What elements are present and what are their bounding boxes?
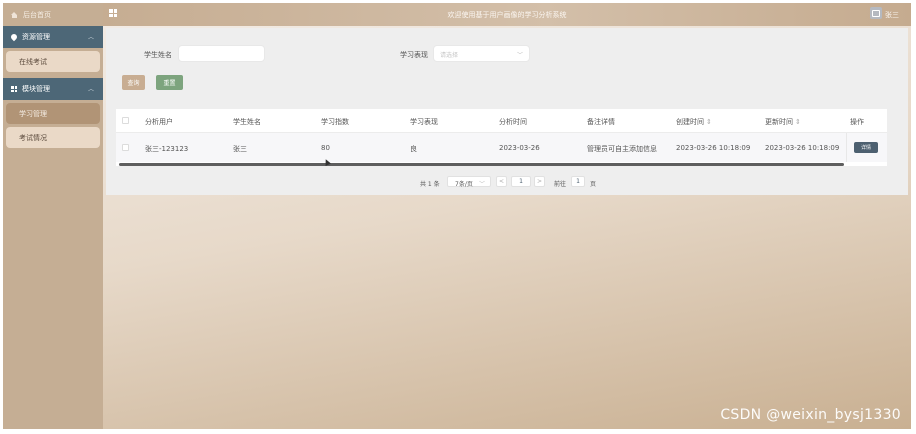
main-content: 学生姓名 学习表现 请选择 ﹀ 查询 重置 分析用户 学生姓名 学习指数 学习表… (103, 26, 911, 429)
performance-label: 学习表现 (400, 51, 428, 59)
column-header: 分析时间 (499, 118, 527, 126)
cell-created: 2023-03-26 10:18:09 (676, 144, 751, 152)
sidebar-item-online-exam[interactable]: 在线考试 (6, 51, 100, 72)
sort-icon[interactable]: ⇕ (706, 118, 712, 126)
sidebar-group-label: 资源管理 (22, 33, 50, 41)
reset-button[interactable]: 重置 (156, 75, 183, 90)
sidebar-item-exam-status[interactable]: 考试情况 (6, 127, 100, 148)
sidebar-home-label: 后台首页 (23, 10, 51, 19)
page-suffix: 页 (590, 181, 597, 188)
column-divider (846, 133, 847, 162)
sidebar-submenu-resources: 在线考试 (3, 48, 103, 78)
column-header: 学生姓名 (233, 118, 261, 126)
cell-index: 80 (321, 144, 330, 152)
cell-user: 张三-123123 (145, 145, 189, 153)
pagination: 共 1 条 7条/页 ﹀ < 1 > 前往 1 页 (106, 176, 908, 188)
table-row[interactable]: 张三-123123 张三 80 良 2023-03-26 管理员可自主添加信息 … (116, 133, 887, 162)
horizontal-scrollbar[interactable] (119, 163, 844, 166)
sidebar-submenu-modules: 学习管理 考试情况 (3, 100, 103, 154)
cell-performance: 良 (410, 145, 417, 153)
chevron-up-icon: ︿ (87, 86, 94, 93)
watermark: CSDN @weixin_bysj1330 (720, 407, 901, 423)
sidebar: 后台首页 资源管理 ︿ 在线考试 模块管理 ︿ 学习管理 考试情况 (3, 3, 103, 429)
sidebar-item-label: 考试情况 (19, 133, 47, 142)
content-panel: 学生姓名 学习表现 请选择 ﹀ 查询 重置 分析用户 学生姓名 学习指数 学习表… (106, 28, 908, 195)
top-header: 欢迎使用基于用户画像的学习分析系统 张三 (103, 3, 911, 26)
column-header: 学习表现 (410, 118, 438, 126)
sidebar-group-modules[interactable]: 模块管理 ︿ (3, 78, 103, 100)
location-pin-icon (9, 32, 19, 42)
goto-page-input[interactable]: 1 (571, 176, 585, 187)
home-icon (11, 11, 18, 18)
query-button[interactable]: 查询 (122, 75, 145, 90)
student-name-input[interactable] (178, 45, 265, 62)
sidebar-item-label: 在线考试 (19, 57, 47, 66)
column-header: 操作 (850, 118, 864, 126)
chevron-down-icon: ﹀ (478, 181, 485, 188)
select-all-checkbox[interactable] (122, 117, 129, 124)
column-header: 学习指数 (321, 118, 349, 126)
sidebar-item-label: 学习管理 (19, 109, 47, 118)
detail-button[interactable]: 详情 (854, 142, 878, 153)
column-header-created[interactable]: 创建时间 ⇕ (676, 117, 712, 127)
column-header-updated[interactable]: 更新时间 ⇕ (765, 117, 801, 127)
app-window: 后台首页 资源管理 ︿ 在线考试 模块管理 ︿ 学习管理 考试情况 欢迎使用基于… (3, 3, 911, 429)
row-checkbox[interactable] (122, 144, 129, 151)
sidebar-home[interactable]: 后台首页 (3, 3, 103, 26)
page-number[interactable]: 1 (511, 176, 531, 187)
sidebar-item-study-management[interactable]: 学习管理 (6, 103, 100, 124)
performance-placeholder: 请选择 (440, 52, 459, 59)
data-table: 分析用户 学生姓名 学习指数 学习表现 分析时间 备注详情 创建时间 ⇕ 更新时间… (116, 109, 887, 166)
avatar[interactable] (870, 7, 882, 19)
prev-page-button[interactable]: < (496, 176, 507, 187)
cell-analysis-time: 2023-03-26 (499, 144, 540, 152)
username[interactable]: 张三 (885, 10, 899, 20)
page-size-select[interactable]: 7条/页 ﹀ (447, 176, 491, 188)
cell-updated: 2023-03-26 10:18:09 (765, 144, 840, 152)
grid-icon (11, 86, 17, 92)
search-form: 学生姓名 学习表现 请选择 ﹀ (106, 45, 908, 63)
column-header: 备注详情 (587, 118, 615, 126)
cell-remark: 管理员可自主添加信息 (587, 145, 657, 153)
chevron-down-icon: ﹀ (516, 52, 523, 59)
cell-name: 张三 (233, 145, 247, 153)
sidebar-group-label: 模块管理 (22, 85, 50, 93)
chevron-up-icon: ︿ (87, 34, 94, 41)
performance-select[interactable]: 请选择 ﹀ (433, 45, 530, 62)
student-name-label: 学生姓名 (144, 51, 172, 59)
column-header: 分析用户 (145, 118, 173, 126)
sort-icon[interactable]: ⇕ (795, 118, 801, 126)
goto-label: 前往 (554, 181, 567, 188)
total-count: 共 1 条 (420, 181, 440, 188)
page-title: 欢迎使用基于用户画像的学习分析系统 (447, 11, 567, 19)
next-page-button[interactable]: > (534, 176, 545, 187)
sidebar-group-resources[interactable]: 资源管理 ︿ (3, 26, 103, 48)
table-header: 分析用户 学生姓名 学习指数 学习表现 分析时间 备注详情 创建时间 ⇕ 更新时间… (116, 109, 887, 133)
